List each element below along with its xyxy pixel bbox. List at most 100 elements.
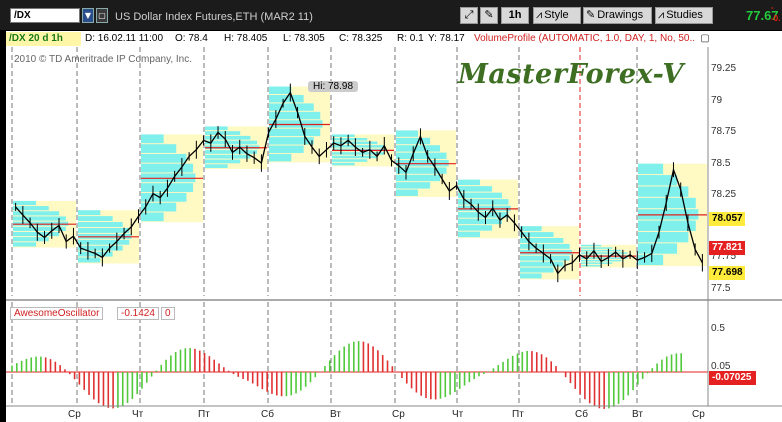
copyright-text: 2010 © TD Ameritrade IP Company, Inc. xyxy=(14,54,193,65)
oscillator-value: -0.1424 xyxy=(117,307,159,320)
volume-bar xyxy=(332,134,355,137)
volume-bar xyxy=(520,261,564,267)
info-symbol-period: /DX 20 d 1h xyxy=(6,32,81,46)
volume-bar xyxy=(638,254,664,266)
x-tick: Ср xyxy=(68,409,81,420)
volume-bar xyxy=(458,212,509,218)
volume-bar xyxy=(78,216,113,222)
volume-bar xyxy=(581,244,602,247)
info-high: H: 78.405 xyxy=(221,32,271,46)
volume-bar xyxy=(332,137,368,141)
volume-bar xyxy=(141,192,187,202)
x-tick: Пт xyxy=(512,409,524,420)
volume-bar xyxy=(520,255,570,261)
volume-bar xyxy=(78,257,101,263)
volume-bar xyxy=(458,231,480,238)
x-tick: Пт xyxy=(198,409,210,420)
x-tick: Чт xyxy=(132,409,144,420)
volume-bar xyxy=(13,242,37,247)
volume-bar xyxy=(520,226,542,232)
volume-bar xyxy=(78,210,101,216)
volume-bar xyxy=(520,267,554,273)
volume-bar xyxy=(396,189,418,196)
volume-bar xyxy=(205,131,241,135)
oscillator-tag: -0.07025 xyxy=(709,371,756,385)
volume-bar xyxy=(205,164,228,169)
oscillator-name[interactable]: AwesomeOscillator xyxy=(10,307,104,320)
volume-bar xyxy=(520,273,542,279)
x-tick: Сб xyxy=(261,409,274,420)
volume-bar xyxy=(396,130,418,137)
volume-bar xyxy=(13,237,49,242)
volume-bar xyxy=(332,152,385,155)
volume-bar xyxy=(581,262,613,264)
watermark: MasterForex-V xyxy=(458,59,684,90)
volume-bar xyxy=(13,216,66,221)
volume-bar xyxy=(269,153,292,162)
volume-bar xyxy=(458,225,493,231)
x-tick: Вт xyxy=(632,409,643,420)
x-tick: Чт xyxy=(452,409,464,420)
price-tag-current: 77.821 xyxy=(709,241,745,255)
volume-bar xyxy=(458,192,502,199)
volume-bar xyxy=(269,103,314,111)
volume-bar xyxy=(396,145,440,152)
volume-bar xyxy=(205,159,241,164)
volume-bar xyxy=(141,134,164,144)
volume-bar xyxy=(141,212,164,222)
y-tick: 79 xyxy=(711,95,723,106)
info-date: D: 16.02.11 11:00 xyxy=(82,32,167,46)
study-close-icon[interactable]: ▢ xyxy=(699,32,711,46)
volume-bar xyxy=(332,141,378,145)
y-tick: 78.75 xyxy=(711,126,737,137)
x-tick: Сб xyxy=(575,409,588,420)
volume-bar xyxy=(396,182,431,189)
y-tick: 77.5 xyxy=(711,283,731,294)
volume-bar xyxy=(205,154,251,159)
volume-bar xyxy=(13,226,66,231)
volume-bar xyxy=(332,155,378,159)
x-tick: Ср xyxy=(692,409,705,420)
oscillator-flag: 0 xyxy=(161,307,175,320)
y-tick: 78.5 xyxy=(711,158,731,169)
volume-bar xyxy=(269,128,321,137)
volume-bar xyxy=(141,144,177,153)
volume-bar xyxy=(332,159,368,162)
volume-bar xyxy=(141,163,194,173)
study-label[interactable]: VolumeProfile (AUTOMATIC, 1.0, DAY, 1, N… xyxy=(471,32,695,46)
volume-bar xyxy=(581,247,613,249)
high-label: Hi: 78.98 xyxy=(308,81,359,92)
volume-bar xyxy=(396,174,440,182)
volume-bar xyxy=(396,137,431,145)
volume-bar xyxy=(458,218,502,225)
volume-bar xyxy=(78,239,130,245)
volume-bar xyxy=(78,227,130,233)
volume-bar xyxy=(205,126,228,131)
y-tick: 78.25 xyxy=(711,189,737,200)
volume-bar xyxy=(78,222,123,227)
volume-bar xyxy=(581,252,628,254)
volume-bar xyxy=(205,135,251,140)
x-tick: Ср xyxy=(392,409,405,420)
volume-bar xyxy=(13,200,37,206)
info-range: R: 0.1 xyxy=(394,32,427,46)
info-low: L: 78.305 xyxy=(280,32,328,46)
volume-bar xyxy=(638,243,678,254)
y-tick: 79.25 xyxy=(711,63,737,74)
volume-bar xyxy=(581,264,602,267)
info-open: O: 78.4 xyxy=(172,32,211,46)
volume-bar xyxy=(638,231,689,243)
osc-y-tick: 0.5 xyxy=(711,323,725,334)
volume-bar xyxy=(269,86,292,94)
x-tick: Вт xyxy=(330,409,341,420)
volume-bar xyxy=(638,163,664,175)
price-tag-upper: 78.057 xyxy=(709,212,745,226)
volume-bar xyxy=(396,152,447,159)
info-y-readout: Y: 78.17 xyxy=(425,32,468,46)
volume-bar xyxy=(458,186,493,192)
volume-bar xyxy=(332,162,355,166)
volume-bar xyxy=(141,153,187,163)
volume-bar xyxy=(269,145,304,153)
price-tag-lower: 77.698 xyxy=(709,266,745,280)
info-bar: /DX 20 d 1h D: 16.02.11 11:00 O: 78.4 H:… xyxy=(6,31,711,47)
